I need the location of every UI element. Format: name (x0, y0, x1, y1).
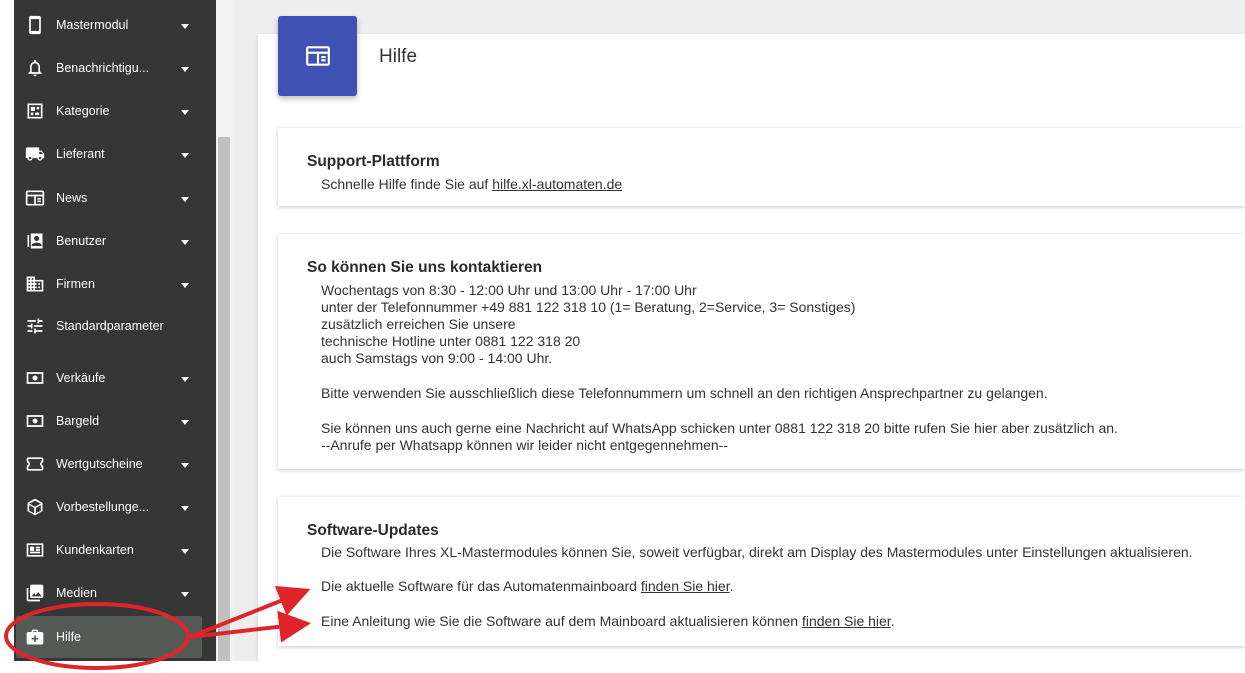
caret-down-icon (181, 377, 189, 382)
sidebar-item-label: Kundenkarten (56, 543, 134, 557)
sidebar-item-bargeld[interactable]: Bargeld (14, 403, 216, 439)
updates-line-text: Die aktuelle Software für das Automatenm… (321, 578, 641, 594)
bell-icon (24, 58, 46, 78)
sidebar-item-label: Firmen (56, 277, 95, 291)
contact-line: --Anrufe per Whatsapp können wir leider … (321, 437, 729, 453)
truck-icon (24, 144, 46, 164)
sidebar-item-mastermodul[interactable]: Mastermodul (14, 7, 216, 43)
sidebar-item-label: Bargeld (56, 414, 100, 428)
sidebar-item-verkaeufe[interactable]: Verkäufe (14, 360, 216, 396)
contact-card: So können Sie uns kontaktieren Wochentag… (278, 234, 1245, 469)
caret-down-icon (181, 67, 189, 72)
tune-icon (24, 316, 46, 336)
sidebar-item-label: Mastermodul (56, 18, 129, 32)
sidebar-item-kategorie[interactable]: Kategorie (14, 93, 216, 129)
contact-line: Bitte verwenden Sie ausschließlich diese… (321, 385, 1048, 401)
support-title: Support-Plattform (307, 153, 440, 170)
contact-line: technische Hotline unter 0881 122 318 20 (321, 333, 581, 349)
mainboard-software-link[interactable]: finden Sie hier (641, 578, 730, 594)
sidebar-item-kundenkarten[interactable]: Kundenkarten (14, 532, 216, 568)
period: . (729, 578, 734, 594)
caret-down-icon (181, 197, 189, 202)
contact-line: auch Samstags von 9:00 - 14:00 Uhr. (321, 350, 553, 366)
caret-down-icon (181, 240, 189, 245)
sidebar: Mastermodul Benachrichtigu... Kategorie … (14, 0, 216, 661)
building-icon (24, 274, 46, 294)
sidebar-item-label: Vorbestellunge... (56, 500, 150, 514)
caret-down-icon (181, 463, 189, 468)
updates-title: Software-Updates (307, 522, 439, 539)
support-link[interactable]: hilfe.xl-automaten.de (492, 176, 622, 192)
sidebar-item-label: Lieferant (56, 147, 105, 161)
sidebar-item-label: Kategorie (56, 104, 110, 118)
sidebar-item-label: Standardparameter (56, 319, 164, 333)
sidebar-item-label: Benutzer (56, 234, 107, 248)
caret-down-icon (181, 110, 189, 115)
sidebar-item-label: News (56, 191, 88, 205)
sidebar-item-lieferant[interactable]: Lieferant (14, 136, 216, 172)
sidebar-item-vorbestellungen[interactable]: Vorbestellunge... (14, 489, 216, 525)
sidebar-scrollbar-thumb[interactable] (218, 137, 230, 661)
instructions-link[interactable]: finden Sie hier (802, 613, 891, 629)
caret-down-icon (181, 283, 189, 288)
sidebar-item-label: Wertgutscheine (56, 457, 143, 471)
sidebar-item-benachrichtigungen[interactable]: Benachrichtigu... (14, 50, 216, 86)
updates-card: Software-Updates Die Software Ihres XL-M… (278, 497, 1245, 646)
period: . (890, 613, 895, 629)
support-text: Schnelle Hilfe finde Sie auf hilfe.xl-au… (321, 176, 622, 193)
sidebar-item-standardparameter[interactable]: Standardparameter (14, 308, 216, 344)
updates-line-mainboard-software: Die aktuelle Software für das Automatenm… (321, 578, 733, 595)
header-icon-box (278, 16, 357, 96)
sidebar-item-news[interactable]: News (14, 180, 216, 216)
sidebar-item-firmen[interactable]: Firmen (14, 266, 216, 302)
media-icon (24, 583, 46, 603)
updates-intro: Die Software Ihres XL-Mastermodules könn… (321, 544, 1193, 560)
caret-down-icon (181, 24, 189, 29)
page-title: Hilfe (379, 46, 418, 67)
money-icon (24, 411, 46, 431)
caret-down-icon (181, 592, 189, 597)
bottom-strip (0, 661, 1245, 673)
category-icon (24, 101, 46, 121)
medical-bag-icon (24, 627, 46, 647)
contact-line: zusätzlich erreichen Sie unsere (321, 316, 516, 332)
sidebar-item-hilfe[interactable]: Hilfe (16, 616, 202, 658)
ticket-icon (24, 454, 46, 474)
news-icon (305, 43, 331, 69)
cash-icon (24, 368, 46, 388)
tablet-icon (24, 15, 46, 35)
sidebar-item-medien[interactable]: Medien (14, 575, 216, 611)
sidebar-item-wertgutscheine[interactable]: Wertgutscheine (14, 446, 216, 482)
news-icon (24, 188, 46, 208)
support-card: Support-Plattform Schnelle Hilfe finde S… (278, 128, 1245, 206)
contacts-icon (24, 231, 46, 251)
caret-down-icon (181, 549, 189, 554)
caret-down-icon (181, 420, 189, 425)
contact-title: So können Sie uns kontaktieren (307, 259, 543, 276)
updates-line-text: Eine Anleitung wie Sie die Software auf … (321, 613, 802, 629)
updates-line-instructions: Eine Anleitung wie Sie die Software auf … (321, 613, 895, 630)
sidebar-item-benutzer[interactable]: Benutzer (14, 223, 216, 259)
package-icon (24, 497, 46, 517)
support-text-label: Schnelle Hilfe finde Sie auf (321, 176, 493, 192)
sidebar-item-label: Medien (56, 586, 97, 600)
caret-down-icon (181, 153, 189, 158)
caret-down-icon (181, 506, 189, 511)
sidebar-item-label: Verkäufe (56, 371, 106, 385)
contact-line: Wochentags von 8:30 - 12:00 Uhr und 13:0… (321, 282, 697, 298)
id-card-icon (24, 540, 46, 560)
sidebar-item-label: Benachrichtigu... (56, 61, 150, 75)
contact-line: unter der Telefonnummer +49 881 122 318 … (321, 299, 856, 315)
contact-line: Sie können uns auch gerne eine Nachricht… (321, 420, 1118, 436)
sidebar-item-label: Hilfe (56, 630, 82, 644)
